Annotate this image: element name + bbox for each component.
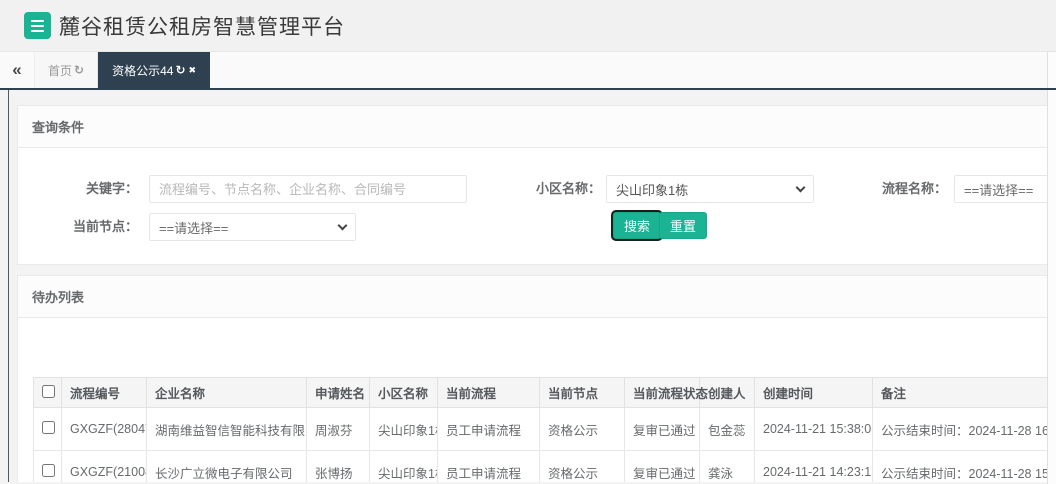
table-cell: 资格公示	[540, 451, 625, 483]
refresh-icon[interactable]: ↻	[175, 63, 185, 77]
table-cell: GXGZF(21008)	[62, 451, 147, 483]
table-cell: 2024-11-21 14:23:15	[755, 451, 873, 483]
todo-panel: 待办列表 流程编号企业名称申请姓名小区名称当前流程当前节点当前流程状态创建人创建…	[17, 275, 1056, 482]
tab-home-label: 首页	[48, 62, 72, 79]
reset-button[interactable]: 重置	[659, 212, 707, 239]
query-panel-title: 查询条件	[18, 106, 1056, 148]
keyword-label: 关键字：	[18, 175, 138, 203]
column-header: 申请姓名	[307, 378, 370, 408]
chevron-down-icon	[796, 182, 806, 192]
table-cell: 张博扬	[307, 451, 370, 483]
keyword-input[interactable]	[149, 175, 467, 203]
table-row: GXGZF(28047)湖南维益智信智能科技有限公司周淑芬尖山印象1栋员工申请流…	[34, 408, 1056, 451]
table-cell: 包金蕊	[700, 408, 755, 451]
content-area: 查询条件 关键字： 小区名称： 尖山印象1栋 流程名称： ==请选择== 当前节…	[8, 88, 1056, 482]
todo-table: 流程编号企业名称申请姓名小区名称当前流程当前节点当前流程状态创建人创建时间备注 …	[33, 377, 1056, 482]
app-header: 麓谷租赁公租房智慧管理平台	[0, 0, 1056, 52]
tab-qualification-label: 资格公示44	[112, 62, 173, 79]
column-header: 当前节点	[540, 378, 625, 408]
table-row: GXGZF(21008)长沙广立微电子有限公司张博扬尖山印象1栋员工申请流程资格…	[34, 451, 1056, 483]
process-select[interactable]: ==请选择==	[954, 175, 1056, 203]
process-label: 流程名称：	[846, 175, 947, 203]
search-button[interactable]: 搜索	[613, 212, 661, 239]
community-label: 小区名称：	[498, 175, 601, 203]
table-cell: 资格公示	[540, 408, 625, 451]
table-cell: 公示结束时间：2024-11-28 15:19:16	[873, 451, 1056, 483]
close-icon[interactable]: ✖	[189, 65, 197, 76]
todo-panel-title: 待办列表	[18, 276, 1056, 318]
column-header: 当前流程状态	[625, 378, 700, 408]
table-cell: 2024-11-21 15:38:05	[755, 408, 873, 451]
table-cell: 复审已通过	[625, 451, 700, 483]
node-label: 当前节点：	[18, 213, 138, 241]
row-checkbox[interactable]	[42, 464, 55, 477]
column-header: 当前流程	[438, 378, 540, 408]
column-header: 创建时间	[755, 378, 873, 408]
table-body: GXGZF(28047)湖南维益智信智能科技有限公司周淑芬尖山印象1栋员工申请流…	[34, 408, 1056, 483]
table-cell: 周淑芬	[307, 408, 370, 451]
table-cell: 员工申请流程	[438, 451, 540, 483]
tab-qualification-publicity[interactable]: 资格公示44 ↻ ✖	[98, 52, 210, 88]
select-all-checkbox[interactable]	[42, 385, 55, 398]
hamburger-icon	[31, 20, 44, 22]
node-select[interactable]: ==请选择==	[149, 213, 356, 241]
app-title: 麓谷租赁公租房智慧管理平台	[59, 11, 345, 41]
chevron-down-icon	[338, 220, 348, 230]
table-header-row: 流程编号企业名称申请姓名小区名称当前流程当前节点当前流程状态创建人创建时间备注	[34, 378, 1056, 408]
column-header: 小区名称	[370, 378, 438, 408]
tabbar-divider	[0, 88, 1056, 90]
tab-bar: « 首页 ↻ 资格公示44 ↻ ✖	[0, 52, 1056, 88]
collapse-tabs-button[interactable]: «	[0, 52, 34, 88]
query-panel: 查询条件 关键字： 小区名称： 尖山印象1栋 流程名称： ==请选择== 当前节…	[17, 105, 1056, 265]
table-cell: 员工申请流程	[438, 408, 540, 451]
table-cell: 公示结束时间：2024-11-28 16:39:37	[873, 408, 1056, 451]
table-cell: 复审已通过	[625, 408, 700, 451]
column-header: 企业名称	[147, 378, 307, 408]
menu-button[interactable]	[24, 12, 51, 39]
vertical-scrollbar[interactable]	[1047, 52, 1056, 484]
row-checkbox[interactable]	[42, 421, 55, 434]
table-cell: 长沙广立微电子有限公司	[147, 451, 307, 483]
table-cell: GXGZF(28047)	[62, 408, 147, 451]
table-cell: 湖南维益智信智能科技有限公司	[147, 408, 307, 451]
todo-table-wrap: 流程编号企业名称申请姓名小区名称当前流程当前节点当前流程状态创建人创建时间备注 …	[18, 318, 1056, 482]
collapse-icon: «	[12, 60, 21, 80]
table-cell: 尖山印象1栋	[370, 408, 438, 451]
table-cell: 龚泳	[700, 451, 755, 483]
column-header: 创建人	[700, 378, 755, 408]
column-header: 流程编号	[62, 378, 147, 408]
query-form: 关键字： 小区名称： 尖山印象1栋 流程名称： ==请选择== 当前节点： ==…	[18, 148, 1056, 264]
tab-home[interactable]: 首页 ↻	[34, 52, 98, 88]
column-header: 备注	[873, 378, 1056, 408]
table-cell: 尖山印象1栋	[370, 451, 438, 483]
refresh-icon[interactable]: ↻	[74, 63, 84, 77]
community-select[interactable]: 尖山印象1栋	[606, 175, 814, 203]
